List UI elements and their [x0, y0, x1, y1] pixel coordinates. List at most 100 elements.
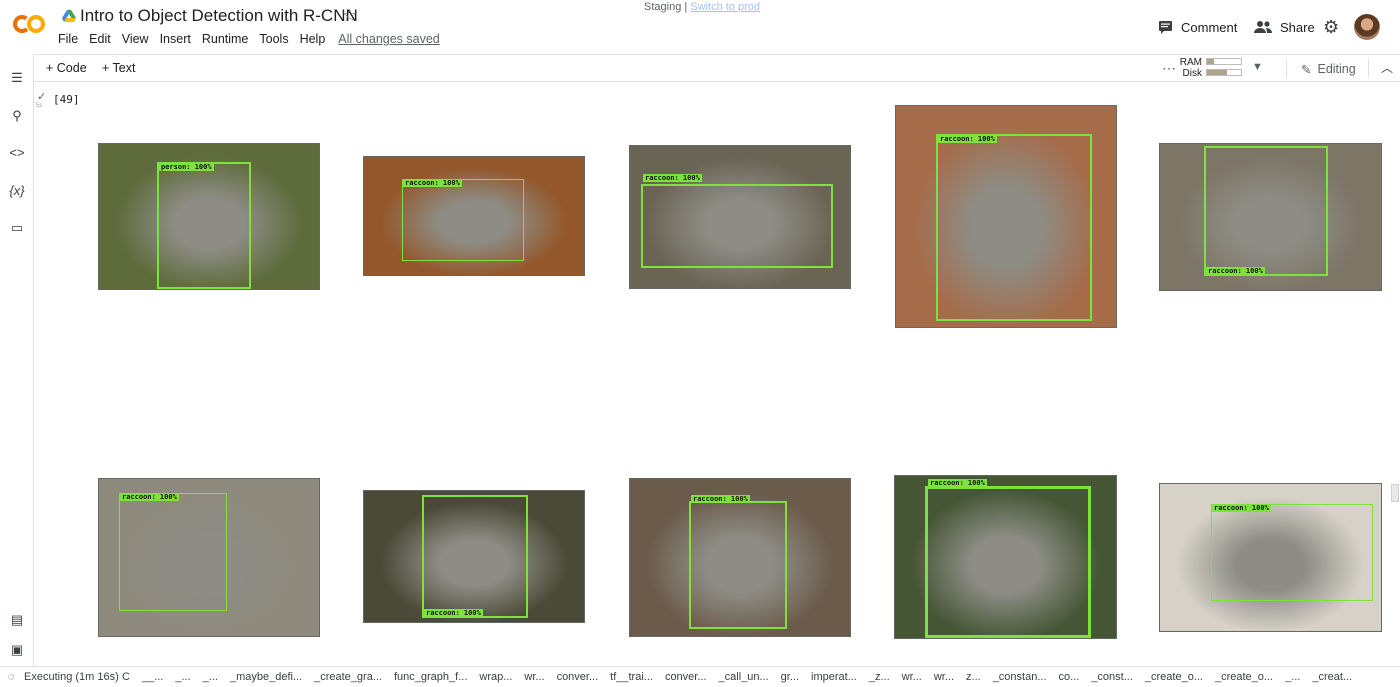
switch-to-prod-link[interactable]: Switch to prod — [690, 1, 760, 13]
menu-file[interactable]: File — [58, 32, 78, 46]
bounding-box: raccoon: 100% — [936, 134, 1092, 321]
stack-frame[interactable]: wrap... — [479, 671, 512, 683]
scrollbar-thumb[interactable] — [1391, 484, 1399, 502]
detection-image: raccoon: 100% — [629, 478, 851, 637]
detection-label: raccoon: 100% — [1206, 267, 1265, 275]
ram-usage-bar[interactable] — [1206, 58, 1242, 65]
comment-label: Comment — [1181, 19, 1238, 35]
variables-icon[interactable]: {x} — [9, 183, 25, 198]
bounding-box: raccoon: 100% — [689, 495, 787, 629]
code-snippets-icon[interactable]: <> — [9, 145, 25, 160]
colab-logo[interactable] — [12, 12, 46, 36]
stack-frame[interactable]: _create_o... — [1145, 671, 1203, 683]
stack-frame[interactable]: _... — [203, 671, 218, 683]
menu-view[interactable]: View — [122, 32, 149, 46]
comment-icon — [1159, 20, 1172, 34]
resource-labels: RAM Disk — [1174, 57, 1202, 79]
search-icon[interactable]: ⚲ — [9, 108, 25, 124]
detection-image: raccoon: 100% — [1159, 143, 1382, 291]
stack-frame[interactable]: C — [122, 671, 130, 683]
pencil-icon: ✎ — [1301, 62, 1312, 77]
drive-icon[interactable] — [62, 10, 76, 22]
check-icon: ✓ — [37, 91, 47, 103]
share-label: Share — [1280, 19, 1315, 35]
toc-icon[interactable]: ☰ — [9, 70, 25, 86]
stack-frame[interactable]: _z... — [869, 671, 890, 683]
add-text-button[interactable]: + Text — [102, 61, 135, 75]
comment-button[interactable]: Comment — [1158, 18, 1237, 36]
detection-label: raccoon: 100% — [120, 493, 179, 501]
share-button[interactable]: Share — [1254, 18, 1315, 36]
stack-frame[interactable]: _create_o... — [1215, 671, 1273, 683]
stack-frame[interactable]: __... — [142, 671, 163, 683]
stack-frame[interactable]: _... — [175, 671, 190, 683]
menu-insert[interactable]: Insert — [160, 32, 191, 46]
menu-bar: File Edit View Insert Runtime Tools Help… — [58, 32, 451, 46]
detection-image: raccoon: 100% — [98, 478, 320, 637]
bounding-box: raccoon: 100% — [641, 174, 833, 268]
stack-frame[interactable]: _call_un... — [719, 671, 769, 683]
stack-frame[interactable]: wr... — [902, 671, 922, 683]
stack-frame[interactable]: wr... — [524, 671, 544, 683]
bounding-box: raccoon: 100% — [1204, 146, 1328, 276]
chevron-down-icon[interactable]: ▼ — [1252, 61, 1263, 73]
detection-label: raccoon: 100% — [691, 495, 750, 503]
stack-frame[interactable]: imperat... — [811, 671, 857, 683]
detection-label: raccoon: 100% — [424, 609, 483, 617]
editing-mode-button[interactable]: ✎ Editing — [1286, 60, 1356, 78]
execution-count[interactable]: [49] — [53, 93, 80, 106]
menu-runtime[interactable]: Runtime — [202, 32, 249, 46]
add-code-button[interactable]: + Code — [46, 61, 87, 75]
disk-label: Disk — [1182, 68, 1202, 79]
stack-frame[interactable]: func_graph_f... — [394, 671, 467, 683]
editing-label: Editing — [1317, 62, 1356, 76]
stack-frame[interactable]: _maybe_defi... — [230, 671, 302, 683]
ram-label: RAM — [1179, 57, 1202, 68]
stack-frame[interactable]: conver... — [665, 671, 707, 683]
files-icon[interactable]: ▭ — [9, 220, 25, 236]
stack-frame[interactable]: conver... — [557, 671, 599, 683]
notebook-toolbar: + Code + Text ⋯ RAM Disk ▼ ✎ Editing ︿ — [34, 54, 1400, 82]
stack-frame[interactable]: _create_gra... — [314, 671, 382, 683]
detection-image: raccoon: 100% — [1159, 483, 1382, 632]
detection-image: raccoon: 100% — [629, 145, 851, 289]
terminal-icon[interactable]: ▣ — [9, 642, 25, 658]
app-header: Intro to Object Detection with R-CNN ☆ F… — [0, 0, 1400, 54]
notebook-title[interactable]: Intro to Object Detection with R-CNN — [80, 6, 358, 26]
bounding-box: raccoon: 100% — [402, 179, 524, 261]
stack-frame[interactable]: z... — [966, 671, 981, 683]
disk-usage-bar[interactable] — [1206, 69, 1242, 76]
detection-label: raccoon: 100% — [403, 179, 462, 187]
menu-edit[interactable]: Edit — [89, 32, 111, 46]
chevron-up-icon[interactable]: ︿ — [1368, 59, 1393, 77]
stack-frame[interactable]: _creat... — [1312, 671, 1352, 683]
stack-frame[interactable]: gr... — [781, 671, 799, 683]
menu-help[interactable]: Help — [300, 32, 326, 46]
avatar[interactable] — [1354, 14, 1380, 40]
detection-image: raccoon: 100% — [363, 156, 585, 276]
menu-tools[interactable]: Tools — [259, 32, 288, 46]
execution-status[interactable]: Executing (1m 16s) — [24, 671, 119, 683]
bounding-box: person: 100% — [157, 162, 251, 289]
stack-frame[interactable]: wr... — [934, 671, 954, 683]
bounding-box: raccoon: 100% — [119, 493, 227, 611]
star-icon[interactable]: ☆ — [342, 6, 357, 26]
saved-status-link[interactable]: All changes saved — [338, 32, 439, 46]
stack-frame[interactable]: _... — [1285, 671, 1300, 683]
stack-frame[interactable]: tf__trai... — [610, 671, 653, 683]
command-palette-icon[interactable]: ▤ — [9, 612, 25, 628]
gear-icon[interactable]: ⚙ — [1323, 17, 1339, 38]
detection-image: raccoon: 100% — [363, 490, 585, 623]
bounding-box: raccoon: 100% — [925, 479, 1091, 638]
environment-indicator: Staging | Switch to prod — [644, 1, 760, 13]
spinner-icon: ◌ — [8, 671, 15, 683]
stack-trace: C __... _... _... _maybe_defi... _create_gra.… — [122, 671, 1364, 683]
bounding-box: raccoon: 100% — [1211, 504, 1373, 601]
detection-label: raccoon: 100% — [1212, 504, 1271, 512]
stack-frame[interactable]: co... — [1059, 671, 1080, 683]
detection-image: raccoon: 100% — [895, 105, 1117, 328]
env-label: Staging — [644, 1, 682, 13]
stack-frame[interactable]: _const... — [1091, 671, 1133, 683]
execution-duration: 5s — [36, 103, 43, 109]
stack-frame[interactable]: _constan... — [993, 671, 1047, 683]
